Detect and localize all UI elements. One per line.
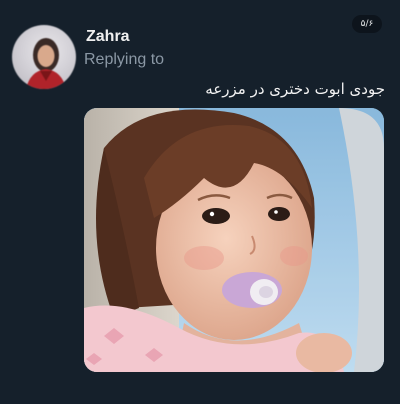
author-avatar[interactable] [12,25,76,89]
baby-photo-illustration [84,108,384,372]
post-photo[interactable] [84,108,384,372]
tweet-reply-view: ۵/۶ Zahra Replying to جودی ابوت دختری در… [0,0,400,404]
page-counter-badge: ۵/۶ [352,15,382,33]
avatar-image [26,38,66,89]
reply-context-label: Replying to [84,51,165,68]
author-name[interactable]: Zahra [86,28,130,46]
post-text: جودی ابوت دختری در مزرعه [205,80,385,98]
